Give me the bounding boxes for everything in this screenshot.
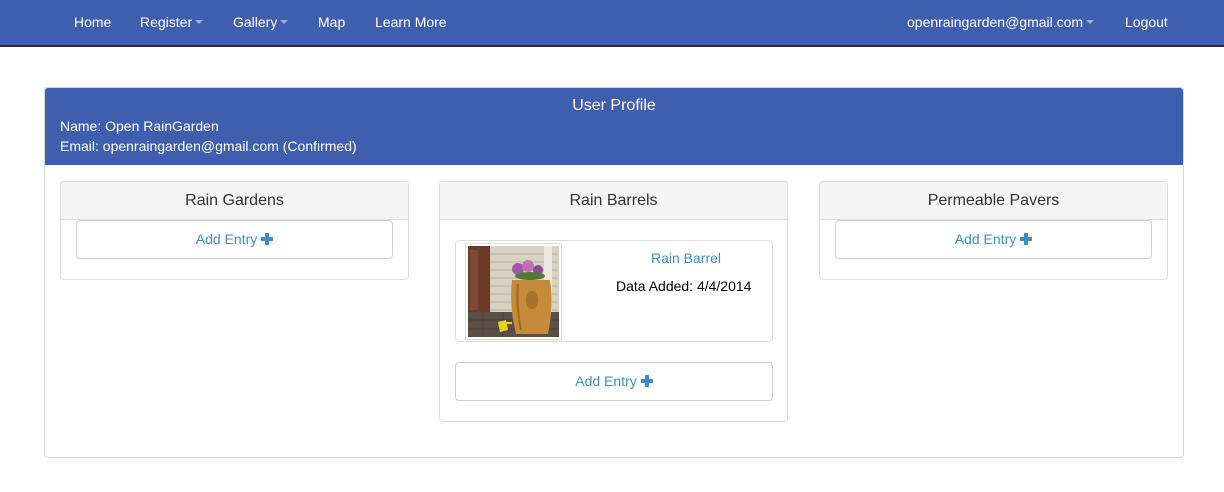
plus-icon xyxy=(1020,233,1033,245)
profile-title: User Profile xyxy=(572,97,656,114)
rain-barrel-entry-card[interactable]: Rain Barrel Data Added: 4/4/2014 xyxy=(455,240,773,342)
caret-down-icon xyxy=(195,20,204,25)
nav-gallery-label: Gallery xyxy=(233,14,278,30)
permeable-pavers-panel: Permeable Pavers Add Entry xyxy=(819,181,1168,280)
nav-register-label: Register xyxy=(140,14,193,30)
caret-down-icon xyxy=(1086,20,1095,25)
add-entry-label: Add Entry xyxy=(195,231,258,247)
caret-down-icon xyxy=(280,20,289,25)
nav-account-label: openraingarden@gmail.com xyxy=(907,14,1084,30)
rain-gardens-panel: Rain Gardens Add Entry xyxy=(60,181,409,280)
rain-barrels-heading: Rain Barrels xyxy=(440,182,787,220)
nav-home-label: Home xyxy=(74,14,112,30)
nav-home-link[interactable]: Home xyxy=(74,0,111,45)
rain-barrels-panel: Rain Barrels Rain Barrel Data Added: 4/4… xyxy=(439,181,788,422)
nav-logout-link[interactable]: Logout xyxy=(1125,0,1168,45)
nav-learn-more-label: Learn More xyxy=(375,14,447,30)
permeable-pavers-add-entry-button[interactable]: Add Entry xyxy=(835,220,1152,259)
rain-gardens-heading: Rain Gardens xyxy=(61,182,408,220)
plus-icon xyxy=(640,375,653,387)
profile-email: Email: openraingarden@gmail.com (Confirm… xyxy=(60,138,357,154)
profile-header: User Profile Name: Open RainGarden Email… xyxy=(45,88,1183,165)
rain-barrels-add-entry-button[interactable]: Add Entry xyxy=(455,362,773,401)
nav-account-dropdown[interactable]: openraingarden@gmail.com xyxy=(907,0,1095,45)
nav-register-dropdown[interactable]: Register xyxy=(140,0,204,45)
nav-map-label: Map xyxy=(318,14,346,30)
rain-barrel-photo[interactable] xyxy=(465,243,562,340)
plus-icon xyxy=(261,233,274,245)
rain-gardens-add-entry-button[interactable]: Add Entry xyxy=(76,220,393,259)
top-navbar: Home Register Gallery Map Learn More ope… xyxy=(0,0,1224,47)
permeable-pavers-heading: Permeable Pavers xyxy=(820,182,1167,220)
add-entry-label: Add Entry xyxy=(954,231,1017,247)
rain-barrel-entry-link[interactable]: Rain Barrel xyxy=(651,250,721,266)
nav-learn-more-link[interactable]: Learn More xyxy=(375,0,447,45)
rain-barrel-date-added: Data Added: 4/4/2014 xyxy=(616,278,752,294)
add-entry-label: Add Entry xyxy=(575,373,637,389)
nav-logout-label: Logout xyxy=(1125,14,1168,30)
profile-name: Name: Open RainGarden xyxy=(60,118,219,134)
nav-gallery-dropdown[interactable]: Gallery xyxy=(233,0,289,45)
nav-map-link[interactable]: Map xyxy=(318,0,345,45)
rain-barrel-image xyxy=(468,246,559,337)
